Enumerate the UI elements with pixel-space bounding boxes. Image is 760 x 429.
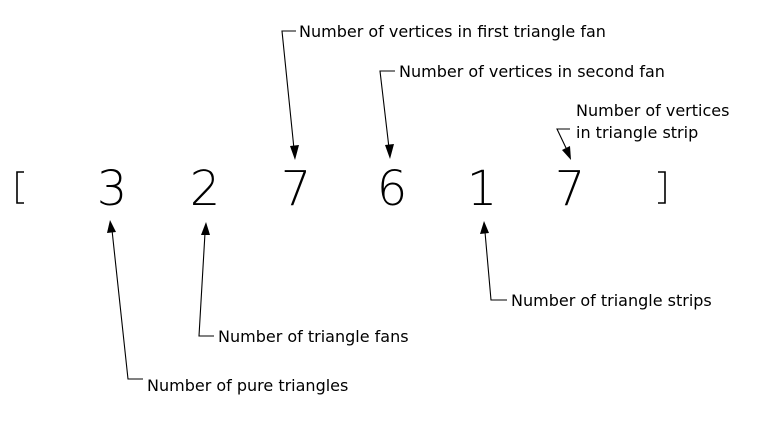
value-triangle-fans: 2 [190, 161, 221, 217]
diagram-canvas: 3 2 7 6 1 7 Number of vertices in first … [0, 0, 760, 429]
label-strip-vertices-line1: Number of vertices [576, 101, 729, 120]
label-second-fan-vertices: Number of vertices in second fan [399, 62, 665, 81]
label-pure-triangles: Number of pure triangles [147, 376, 348, 395]
leader-pure-triangles [107, 220, 143, 380]
leader-triangle-strips [480, 221, 507, 301]
leader-first-fan-vertices [281, 30, 299, 160]
value-first-fan-vertices: 7 [281, 161, 312, 217]
leader-triangle-fans [198, 222, 214, 337]
value-strip-vertices: 7 [555, 161, 586, 217]
value-second-fan-vertices: 6 [377, 161, 408, 217]
label-triangle-fans: Number of triangle fans [218, 327, 409, 346]
array-layout-diagram: 3 2 7 6 1 7 Number of vertices in first … [16, 22, 729, 395]
right-bracket [658, 171, 666, 204]
label-triangle-strips: Number of triangle strips [511, 291, 712, 310]
label-strip-vertices-line2: in triangle strip [576, 123, 698, 142]
leader-second-fan-vertices [379, 70, 395, 159]
value-triangle-strips: 1 [467, 161, 498, 217]
label-first-fan-vertices: Number of vertices in first triangle fan [299, 22, 606, 41]
leader-strip-vertices [556, 128, 571, 160]
left-bracket [16, 171, 24, 204]
value-pure-triangles: 3 [97, 161, 128, 217]
